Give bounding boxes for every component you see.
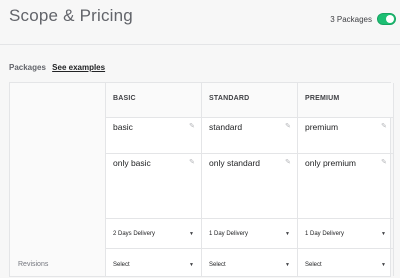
- delivery-select-value: 1 Day Delivery: [305, 231, 345, 237]
- package-column-standard: STANDARD standard ✎ only standard ✎ 1 Da…: [202, 83, 298, 276]
- revisions-select-value: Select: [209, 262, 226, 268]
- page-title: Scope & Pricing: [9, 6, 133, 25]
- revisions-select-basic[interactable]: Select ▼: [106, 249, 201, 278]
- table-right-edge: [394, 83, 396, 276]
- caret-down-icon: ▼: [189, 262, 194, 268]
- delivery-select-value: 2 Days Delivery: [113, 231, 156, 237]
- see-examples-link[interactable]: See examples: [52, 63, 105, 72]
- package-description-input-premium[interactable]: only premium ✎: [298, 154, 393, 219]
- package-description-text: only standard: [209, 158, 261, 168]
- package-name-text: premium: [305, 122, 339, 132]
- delivery-select-basic[interactable]: 2 Days Delivery ▼: [106, 219, 201, 249]
- packages-toggle-label: 3 Packages: [330, 14, 372, 24]
- package-column-premium: PREMIUM premium ✎ only premium ✎ 1 Day D…: [298, 83, 394, 276]
- caret-down-icon: ▼: [381, 231, 386, 237]
- pencil-icon[interactable]: ✎: [285, 158, 291, 166]
- package-description-input-standard[interactable]: only standard ✎: [202, 154, 297, 219]
- column-header-premium: PREMIUM: [298, 83, 393, 118]
- row-label-column: Revisions: [10, 83, 106, 276]
- packages-toggle-switch[interactable]: [377, 13, 396, 25]
- package-name-text: standard: [209, 122, 243, 132]
- packages-label: Packages: [9, 63, 46, 72]
- pencil-icon[interactable]: ✎: [285, 122, 291, 130]
- pencil-icon[interactable]: ✎: [381, 122, 387, 130]
- revisions-select-premium[interactable]: Select ▼: [298, 249, 393, 278]
- package-name-text: basic: [113, 122, 133, 132]
- delivery-select-value: 1 Day Delivery: [209, 231, 249, 237]
- packages-heading: Packages See examples: [9, 63, 105, 72]
- package-column-basic: BASIC basic ✎ only basic ✎ 2 Days Delive…: [106, 83, 202, 276]
- package-name-input-basic[interactable]: basic ✎: [106, 118, 201, 154]
- package-description-text: only premium: [305, 158, 357, 168]
- pencil-icon[interactable]: ✎: [381, 158, 387, 166]
- revisions-select-standard[interactable]: Select ▼: [202, 249, 297, 278]
- caret-down-icon: ▼: [189, 231, 194, 237]
- pencil-icon[interactable]: ✎: [189, 158, 195, 166]
- caret-down-icon: ▼: [285, 231, 290, 237]
- delivery-select-premium[interactable]: 1 Day Delivery ▼: [298, 219, 393, 249]
- column-header-standard: STANDARD: [202, 83, 297, 118]
- caret-down-icon: ▼: [285, 262, 290, 268]
- package-name-input-premium[interactable]: premium ✎: [298, 118, 393, 154]
- delivery-select-standard[interactable]: 1 Day Delivery ▼: [202, 219, 297, 249]
- header-divider: [0, 44, 400, 45]
- row-label-revisions: Revisions: [18, 261, 49, 268]
- revisions-select-value: Select: [113, 262, 130, 268]
- package-description-text: only basic: [113, 158, 151, 168]
- toggle-knob: [386, 15, 394, 23]
- pricing-table: Revisions BASIC basic ✎ only basic ✎ 2 D…: [9, 82, 396, 277]
- package-description-input-basic[interactable]: only basic ✎: [106, 154, 201, 219]
- revisions-select-value: Select: [305, 262, 322, 268]
- column-header-basic: BASIC: [106, 83, 201, 118]
- package-name-input-standard[interactable]: standard ✎: [202, 118, 297, 154]
- caret-down-icon: ▼: [381, 262, 386, 268]
- packages-toggle-group: 3 Packages: [330, 13, 396, 25]
- pencil-icon[interactable]: ✎: [189, 122, 195, 130]
